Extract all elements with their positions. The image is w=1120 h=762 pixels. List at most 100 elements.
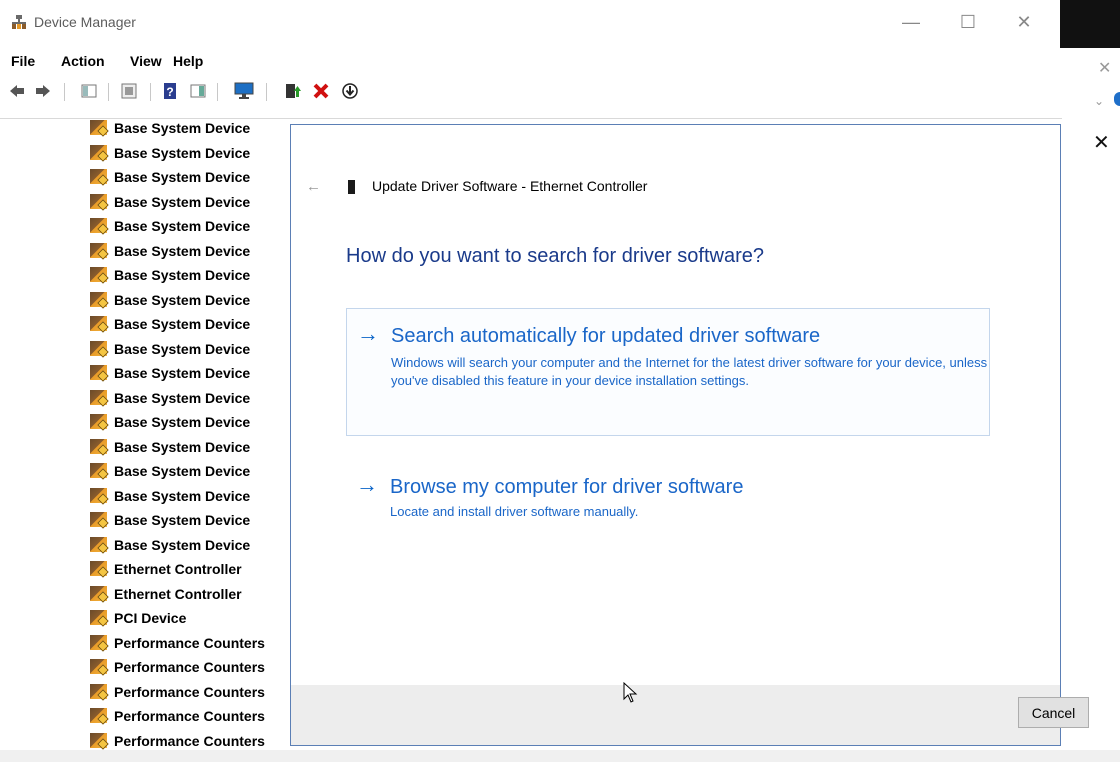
tree-item[interactable]: Base System Device xyxy=(90,120,250,142)
dialog-title: Update Driver Software - Ethernet Contro… xyxy=(372,178,648,194)
tree-item[interactable]: Performance Counters xyxy=(90,708,265,730)
unknown-device-icon xyxy=(90,194,107,209)
tree-item[interactable]: Base System Device xyxy=(90,169,250,191)
unknown-device-icon xyxy=(90,390,107,405)
tree-item[interactable]: Base System Device xyxy=(90,365,250,387)
unknown-device-icon xyxy=(90,365,107,380)
tree-item[interactable]: Ethernet Controller xyxy=(90,561,242,583)
tree-item-label: Base System Device xyxy=(114,120,251,136)
dialog-footer xyxy=(291,685,1060,745)
unknown-device-icon xyxy=(90,659,107,674)
unknown-device-icon xyxy=(90,341,107,356)
tree-item[interactable]: Base System Device xyxy=(90,316,250,338)
unknown-device-icon xyxy=(90,145,107,160)
action-pane-icon[interactable] xyxy=(189,82,207,100)
unknown-device-icon xyxy=(90,610,107,625)
browse-computer-option[interactable]: → Browse my computer for driver software… xyxy=(346,460,990,520)
tree-item-label: Base System Device xyxy=(114,365,251,381)
unknown-device-icon xyxy=(90,218,107,233)
unknown-device-icon xyxy=(90,488,107,503)
tree-item-label: Performance Counters xyxy=(114,684,265,700)
tree-item[interactable]: Base System Device xyxy=(90,537,250,559)
tree-item[interactable]: Base System Device xyxy=(90,512,250,534)
tree-item[interactable]: Base System Device xyxy=(90,463,250,485)
tree-item[interactable]: Performance Counters xyxy=(90,733,265,750)
unknown-device-icon xyxy=(90,463,107,478)
cancel-button[interactable]: Cancel xyxy=(1018,697,1089,728)
tree-item[interactable]: Base System Device xyxy=(90,145,250,167)
unknown-device-icon xyxy=(90,635,107,650)
tree-item[interactable]: Base System Device xyxy=(90,267,250,289)
option-description: Windows will search your computer and th… xyxy=(391,355,988,388)
tree-item[interactable]: Base System Device xyxy=(90,488,250,510)
tree-item[interactable]: PCI Device xyxy=(90,610,186,632)
back-icon[interactable] xyxy=(8,82,26,100)
tree-item-label: Base System Device xyxy=(114,145,251,161)
tree-item-label: Performance Counters xyxy=(114,708,265,724)
minimize-button[interactable]: — xyxy=(893,8,929,36)
forward-icon[interactable] xyxy=(34,82,52,100)
tree-item[interactable]: Base System Device xyxy=(90,218,250,240)
ethernet-device-icon xyxy=(348,180,355,194)
menu-action[interactable]: Action xyxy=(61,53,105,69)
menu-help[interactable]: Help xyxy=(173,53,203,69)
tree-item[interactable]: Base System Device xyxy=(90,439,250,461)
tree-item[interactable]: Base System Device xyxy=(90,414,250,436)
download-icon[interactable] xyxy=(341,82,359,100)
unknown-device-icon xyxy=(90,733,107,748)
tree-item-label: Base System Device xyxy=(114,537,251,553)
tree-item[interactable]: Base System Device xyxy=(90,341,250,363)
tree-item-label: Base System Device xyxy=(114,463,251,479)
window-title: Device Manager xyxy=(34,14,136,30)
option-title: Search automatically for updated driver … xyxy=(391,325,821,347)
unknown-device-icon xyxy=(90,267,107,282)
tree-item-label: Ethernet Controller xyxy=(114,586,242,602)
device-tree: Base System Device Base System Device Ba… xyxy=(0,120,290,750)
background-window-strip xyxy=(1060,0,1120,48)
unknown-device-icon xyxy=(90,561,107,576)
tree-item[interactable]: Performance Counters xyxy=(90,659,265,681)
properties-icon[interactable] xyxy=(120,82,138,100)
menu-file[interactable]: File xyxy=(11,53,35,69)
toolbar: ? xyxy=(0,78,1062,119)
tree-item-label: Performance Counters xyxy=(114,733,265,749)
help-icon[interactable]: ? xyxy=(162,82,180,100)
back-arrow-icon[interactable]: ← xyxy=(306,178,321,195)
menu-view[interactable]: View xyxy=(130,53,162,69)
unknown-device-icon xyxy=(90,169,107,184)
unknown-device-icon xyxy=(90,120,107,135)
uninstall-icon[interactable] xyxy=(312,82,330,100)
tree-item-label: Performance Counters xyxy=(114,659,265,675)
unknown-device-icon xyxy=(90,316,107,331)
tree-item-label: Base System Device xyxy=(114,292,251,308)
arrow-right-icon: → xyxy=(356,472,378,497)
menu-bar: File Action View Help xyxy=(0,46,1062,74)
show-hide-console-tree-icon[interactable] xyxy=(80,82,98,100)
chevron-down-icon[interactable]: ⌄ xyxy=(1094,94,1104,108)
tree-item[interactable]: Performance Counters xyxy=(90,635,265,657)
title-bar: Device Manager — ☐ ✕ xyxy=(0,0,1060,44)
tree-item[interactable]: Base System Device xyxy=(90,194,250,216)
update-driver-dialog: ← Update Driver Software - Ethernet Cont… xyxy=(290,124,1061,746)
tree-item-label: Base System Device xyxy=(114,243,251,259)
close-window-button[interactable]: ✕ xyxy=(1006,8,1042,36)
device-manager-icon xyxy=(11,14,27,30)
accent-icon xyxy=(1114,92,1120,106)
side-panel-close-icon[interactable]: ✕ xyxy=(1098,58,1111,78)
tree-item[interactable]: Base System Device xyxy=(90,390,250,412)
update-driver-icon[interactable] xyxy=(284,82,302,100)
maximize-button[interactable]: ☐ xyxy=(950,8,986,36)
tree-item-label: Base System Device xyxy=(114,414,251,430)
dialog-close-button[interactable]: ✕ xyxy=(1093,130,1110,155)
search-automatically-option[interactable]: → Search automatically for updated drive… xyxy=(346,308,990,436)
tree-item-label: Base System Device xyxy=(114,512,251,528)
side-panel: ✕ ⌄ xyxy=(1062,48,1120,760)
tree-item-label: Ethernet Controller xyxy=(114,561,242,577)
monitor-icon[interactable] xyxy=(234,82,254,100)
tree-item[interactable]: Ethernet Controller xyxy=(90,586,242,608)
tree-item[interactable]: Base System Device xyxy=(90,243,250,265)
tree-item-label: Base System Device xyxy=(114,218,251,234)
tree-item[interactable]: Performance Counters xyxy=(90,684,265,706)
dialog-question: How do you want to search for driver sof… xyxy=(346,245,764,267)
tree-item[interactable]: Base System Device xyxy=(90,292,250,314)
